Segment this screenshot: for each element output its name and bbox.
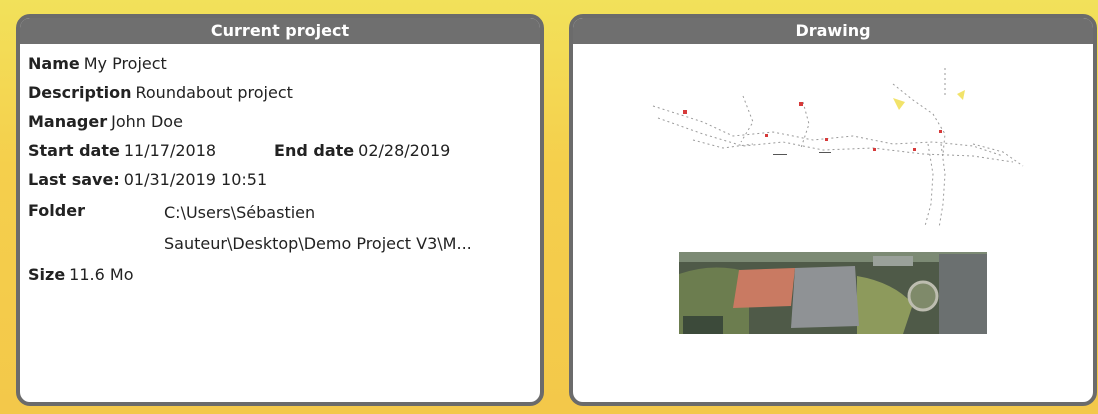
manager-label: Manager <box>28 112 108 131</box>
end-date-value: 02/28/2019 <box>358 141 451 160</box>
end-date-label: End date <box>274 141 355 160</box>
folder-path-line1: C:\Users\Sébastien <box>164 203 316 222</box>
last-save-value: 01/31/2019 10:51 <box>123 170 268 189</box>
start-date-label: Start date <box>28 141 120 160</box>
size-value: 11.6 Mo <box>69 265 134 284</box>
description-value: Roundabout project <box>135 83 293 102</box>
size-row: Size 11.6 Mo <box>28 261 532 290</box>
folder-path-line2: Sauteur\Desktop\Demo Project V3\M... <box>164 234 472 253</box>
current-project-header: Current project <box>20 18 540 44</box>
current-project-panel: Current project Name My Project Descripti… <box>16 14 544 406</box>
last-save-row: Last save: 01/31/2019 10:51 <box>28 166 532 195</box>
aerial-photo <box>679 252 987 334</box>
manager-row: Manager John Doe <box>28 108 532 137</box>
manager-value: John Doe <box>111 112 183 131</box>
drawing-panel: Drawing <box>569 14 1097 406</box>
last-save-label: Last save: <box>28 170 120 189</box>
project-info: Name My Project Description Roundabout pro… <box>20 44 540 290</box>
start-date-value: 11/17/2018 <box>123 141 217 160</box>
cad-drawing <box>652 68 1024 229</box>
folder-path: C:\Users\Sébastien Sauteur\Desktop\Demo … <box>164 197 524 259</box>
drawing-header: Drawing <box>573 18 1093 44</box>
name-value: My Project <box>83 54 167 73</box>
description-row: Description Roundabout project <box>28 79 532 108</box>
description-label: Description <box>28 83 132 102</box>
folder-label: Folder <box>28 201 85 220</box>
drawing-preview <box>652 68 1024 334</box>
name-row: Name My Project <box>28 50 532 79</box>
folder-row: Folder C:\Users\Sébastien Sauteur\Deskto… <box>28 197 532 259</box>
cad-marks <box>683 90 965 155</box>
dates-row: Start date 11/17/2018 End date 02/28/2019 <box>28 137 532 166</box>
size-label: Size <box>28 265 66 284</box>
name-label: Name <box>28 54 80 73</box>
